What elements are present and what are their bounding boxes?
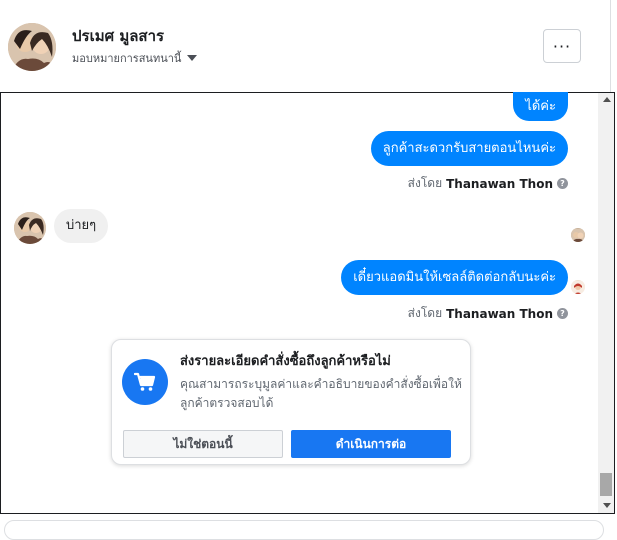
sent-by-prefix: ส่งโดย [407,306,443,320]
contact-avatar-small [14,212,46,244]
sent-by-prefix: ส่งโดย [407,176,443,190]
assign-label: มอบหมายการสนทนานี้ [72,52,182,65]
more-options-button[interactable]: ··· [543,29,581,63]
sender-avatar [571,280,585,294]
scrollbar-thumb[interactable] [600,473,612,496]
message-input[interactable] [4,520,604,540]
order-prompt-title: ส่งรายละเอียดคำสั่งซื้อถึงลูกค้าหรือไม่ [180,354,391,369]
more-icon: ··· [552,36,572,56]
sent-by-label: ส่งโดย Thanawan Thon ? [408,304,568,323]
caret-down-icon [187,55,198,61]
help-icon[interactable]: ? [557,308,568,319]
message-outgoing[interactable]: ลูกค้าสะดวกรับสายตอนไหนค่ะ [370,131,568,166]
message-text: ได้ค่ะ [525,99,556,114]
message-outgoing[interactable]: ได้ค่ะ [513,92,568,121]
help-icon[interactable]: ? [557,178,568,189]
scroll-up-arrow-icon[interactable] [603,97,611,102]
message-outgoing[interactable]: เดี๋ยวแอดมินให้เซลล์ติดต่อกลับนะค่ะ [341,260,568,295]
shopping-cart-icon [122,359,168,405]
scroll-down-arrow-icon[interactable] [603,503,611,508]
message-incoming[interactable]: บ่ายๆ [54,209,109,243]
message-text: บ่ายๆ [66,218,97,233]
contact-avatar[interactable] [8,23,56,71]
not-now-button[interactable]: ไม่ใช่ตอนนี้ [123,430,283,458]
sender-name: Thanawan Thon [446,306,553,321]
scrollbar[interactable] [598,93,614,513]
message-text: เดี๋ยวแอดมินให้เซลล์ติดต่อกลับนะค่ะ [353,270,556,285]
order-prompt-description: คุณสามารถระบุมูลค่าและคำอธิบายของคำสั่งซ… [180,377,462,410]
contact-name[interactable]: ปรเมศ มูลสาร [72,24,164,48]
continue-button[interactable]: ดำเนินการต่อ [291,430,451,458]
seen-avatar [571,228,585,242]
assign-conversation-dropdown[interactable]: มอบหมายการสนทนานี้ [72,49,198,67]
sent-by-label: ส่งโดย Thanawan Thon ? [408,174,568,193]
divider [610,0,611,92]
sender-name: Thanawan Thon [446,176,553,191]
message-text: ลูกค้าสะดวกรับสายตอนไหนค่ะ [382,141,556,156]
